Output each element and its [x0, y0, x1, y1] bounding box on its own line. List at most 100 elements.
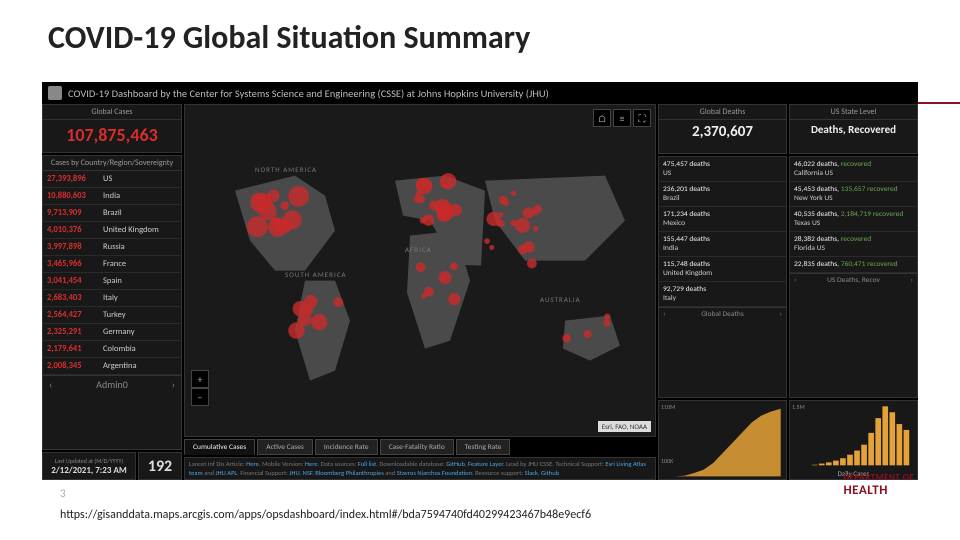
map-tab[interactable]: Testing Rate	[456, 439, 511, 455]
continent-label: SOUTH AMERICA	[285, 270, 347, 279]
global-cases-panel: Global Cases 107,875,463	[42, 104, 182, 153]
info-link[interactable]: JHU APL	[216, 469, 238, 477]
list-item[interactable]: 3,465,966France	[43, 256, 181, 273]
page-number: 3	[60, 487, 66, 500]
cases-list-label: Cases by Country/Region/Sovereignty	[43, 156, 181, 171]
list-item[interactable]: 92,729 deathsItaly	[659, 282, 786, 307]
ytick: 110M	[661, 403, 675, 411]
list-item[interactable]: 28,382 deaths, recoveredFlorida US	[790, 232, 917, 257]
list-item[interactable]: 2,325,291Germany	[43, 324, 181, 341]
admin0-tab[interactable]: Admin0	[96, 378, 128, 391]
map-home-icon[interactable]: ⌂	[593, 109, 611, 127]
list-item[interactable]: 40,535 deaths, 2,184,719 recoveredTexas …	[790, 207, 917, 232]
nav-left-icon[interactable]: ‹	[663, 310, 666, 319]
list-item[interactable]: 46,022 deaths, recoveredCalifornia US	[790, 157, 917, 182]
daily-cases-graph: 1.5M Daily Cases	[789, 400, 918, 480]
zoom-in-button[interactable]: +	[191, 370, 209, 388]
left-footer-row: Last Updated at (M/D/YYYY) 2/12/2021, 7:…	[42, 452, 182, 480]
info-link[interactable]: Here	[305, 460, 318, 468]
info-text: . Financial Support:	[237, 469, 289, 477]
list-item[interactable]: 2,008,345Argentina	[43, 358, 181, 375]
dashboard-body: Global Cases 107,875,463 Cases by Countr…	[42, 104, 918, 480]
list-item[interactable]: 2,564,427Turkey	[43, 307, 181, 324]
cases-by-country-panel: Cases by Country/Region/Sovereignty 27,3…	[42, 155, 182, 450]
list-item[interactable]: 9,713,909Brazil	[43, 205, 181, 222]
ytick: 100K	[661, 457, 673, 465]
dept-logo-top: DEPARTMENT OF	[843, 472, 914, 483]
nav-left-icon[interactable]: ‹	[794, 276, 797, 285]
nav-left-icon[interactable]: ‹	[49, 378, 52, 391]
map-tab[interactable]: Case-Fatality Ratio	[380, 439, 454, 455]
list-item[interactable]: 236,201 deathsBrazil	[659, 182, 786, 207]
us-state-value: Deaths, Recovered	[790, 120, 917, 136]
nav-right-icon[interactable]: ›	[172, 378, 175, 391]
list-item[interactable]: 155,447 deathsIndia	[659, 232, 786, 257]
list-item[interactable]: 2,683,403Italy	[43, 290, 181, 307]
global-deaths-value: 2,370,607	[659, 120, 786, 141]
info-text: and	[203, 469, 216, 477]
map-tab[interactable]: Cumulative Cases	[184, 439, 255, 455]
info-bar: Lancet Inf Dis Article: Here. Mobile Ver…	[184, 457, 656, 480]
info-text: Lancet Inf Dis Article:	[189, 460, 246, 468]
nav-right-icon[interactable]: ›	[779, 310, 782, 319]
list-item[interactable]: 22,835 deaths, 760,471 recovered	[790, 257, 917, 273]
timestamp-panel: Last Updated at (M/D/YYYY) 2/12/2021, 7:…	[42, 452, 136, 480]
map-attribution: Esri, FAO, NOAA	[598, 421, 651, 432]
continent-label: AUSTRALIA	[540, 295, 581, 304]
list-item[interactable]: 2,179,641Colombia	[43, 341, 181, 358]
continent-label: NORTH AMERICA	[255, 165, 317, 174]
left-column: Global Cases 107,875,463 Cases by Countr…	[42, 104, 182, 480]
info-link[interactable]: Feature Layer	[468, 460, 503, 468]
list-item[interactable]: 171,234 deathsMexico	[659, 207, 786, 232]
info-link[interactable]: NSF	[303, 469, 313, 477]
info-link[interactable]: Stavros Niarchos Foundation	[397, 469, 472, 477]
right-top-row: Global Deaths 2,370,607 US State Level D…	[658, 104, 918, 154]
map-expand-icon[interactable]: ⛶	[633, 109, 651, 127]
map-tab[interactable]: Active Cases	[257, 439, 313, 455]
info-link[interactable]: Github	[541, 469, 559, 477]
world-map[interactable]: NORTH AMERICA SOUTH AMERICA AFRICA AUSTR…	[184, 104, 656, 437]
list-item[interactable]: 3,041,454Spain	[43, 273, 181, 290]
footer-url: https://gisanddata.maps.arcgis.com/apps/…	[60, 508, 591, 522]
deaths-nav-label[interactable]: Global Deaths	[701, 310, 744, 319]
countries-count-panel: 192	[138, 452, 182, 480]
zoom-out-button[interactable]: −	[191, 388, 209, 406]
info-link[interactable]: Slack	[525, 469, 538, 477]
us-state-label: US State Level	[790, 105, 917, 120]
list-item[interactable]: 115,748 deathsUnited Kingdom	[659, 257, 786, 282]
timestamp-value: 2/12/2021, 7:23 AM	[51, 465, 127, 476]
map-list-icon[interactable]: ≡	[613, 109, 631, 127]
cumulative-graph: 110M 100K	[658, 400, 787, 480]
info-link[interactable]: GitHub	[446, 460, 465, 468]
countries-count: 192	[148, 457, 172, 476]
global-cases-label: Global Cases	[43, 105, 181, 120]
global-cases-value: 107,875,463	[43, 120, 181, 152]
nav-right-icon[interactable]: ›	[910, 276, 913, 285]
us-state-panel: US State Level Deaths, Recovered	[789, 104, 918, 154]
zoom-control: + −	[191, 370, 209, 406]
graphs-row: 110M 100K 1.5M Daily Cases	[658, 400, 918, 480]
info-link[interactable]: Bloomberg Philanthropies	[315, 469, 384, 477]
timestamp-label: Last Updated at (M/D/YYYY)	[55, 457, 123, 465]
info-text: and	[384, 469, 397, 477]
map-tab[interactable]: Incidence Rate	[315, 439, 378, 455]
list-item[interactable]: 45,453 deaths, 135,657 recoveredNew York…	[790, 182, 917, 207]
info-link[interactable]: Here	[246, 460, 259, 468]
list-item[interactable]: 4,010,376United Kingdom	[43, 222, 181, 239]
list-item[interactable]: 475,457 deathsUS	[659, 157, 786, 182]
jhu-logo-icon	[48, 86, 62, 100]
list-item[interactable]: 27,393,896US	[43, 171, 181, 188]
global-deaths-panel: Global Deaths 2,370,607	[658, 104, 787, 154]
continent-label: AFRICA	[405, 245, 432, 254]
info-link[interactable]: Full list	[358, 460, 376, 468]
list-item[interactable]: 3,997,898Russia	[43, 239, 181, 256]
slide-title: COVID-19 Global Situation Summary	[0, 0, 960, 65]
us-nav-label[interactable]: US Deaths, Recov	[827, 276, 880, 285]
list-item[interactable]: 10,880,603India	[43, 188, 181, 205]
info-link[interactable]: JHU	[289, 469, 299, 477]
cases-list-tabs: ‹ Admin0 ›	[43, 375, 181, 393]
right-column: Global Deaths 2,370,607 US State Level D…	[658, 104, 918, 480]
global-deaths-label: Global Deaths	[659, 105, 786, 120]
deaths-list-panel: 475,457 deathsUS236,201 deathsBrazil171,…	[658, 156, 787, 398]
right-lists: 475,457 deathsUS236,201 deathsBrazil171,…	[658, 156, 918, 398]
